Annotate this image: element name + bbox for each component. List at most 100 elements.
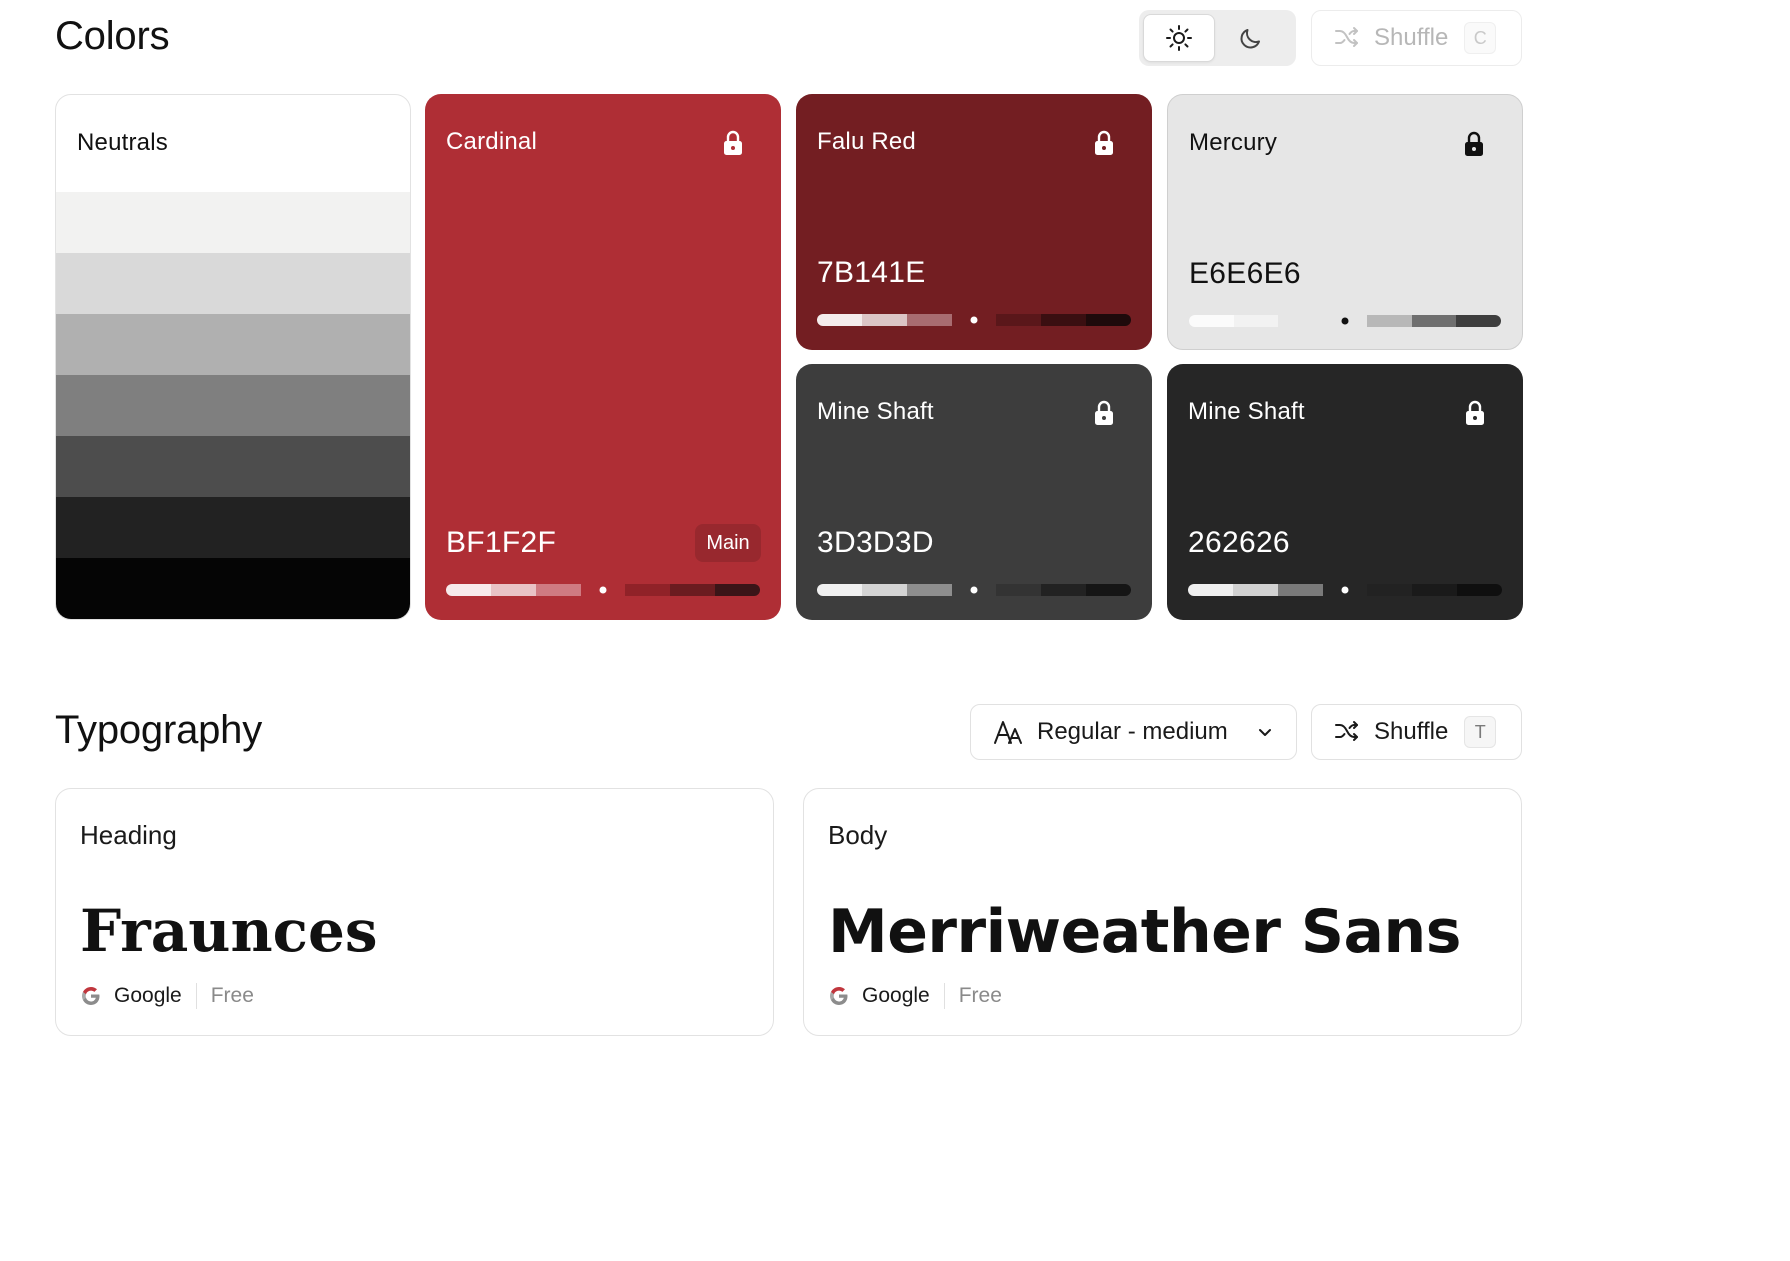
- hex-value[interactable]: 7B141E: [817, 256, 926, 290]
- lock-icon[interactable]: [1465, 400, 1485, 426]
- heading-provider-name: Google: [114, 984, 182, 1007]
- shade-scale[interactable]: [817, 584, 1131, 596]
- shade-swatch[interactable]: [1232, 584, 1278, 596]
- shade-swatch[interactable]: [1411, 315, 1457, 327]
- colors-shuffle-button[interactable]: Shuffle C: [1311, 10, 1522, 66]
- font-weight-select[interactable]: Regular - medium: [970, 704, 1297, 760]
- shade-swatch[interactable]: [1233, 315, 1279, 327]
- shade-swatch[interactable]: [861, 584, 907, 596]
- shade-swatch[interactable]: [1278, 315, 1323, 327]
- lock-icon[interactable]: [1094, 400, 1114, 426]
- colors-shuffle-shortcut: C: [1464, 22, 1497, 54]
- shade-swatch[interactable]: [1367, 315, 1412, 327]
- google-icon: [82, 987, 100, 1005]
- typography-shuffle-shortcut: T: [1464, 716, 1497, 748]
- shade-swatch[interactable]: [670, 584, 716, 596]
- shade-swatch[interactable]: [1086, 584, 1131, 596]
- typography-shuffle-button[interactable]: Shuffle T: [1311, 704, 1522, 760]
- sun-icon: [1166, 25, 1192, 51]
- color-name: Mine Shaft: [817, 398, 934, 425]
- shade-swatch[interactable]: [1189, 315, 1234, 327]
- neutral-shades: [56, 192, 410, 619]
- shade-swatch[interactable]: [446, 584, 491, 596]
- chevron-down-icon: [1259, 729, 1271, 736]
- colors-shuffle-label: Shuffle: [1374, 24, 1449, 51]
- body-label: Body: [828, 820, 888, 850]
- heading-font-name: Fraunces: [80, 897, 378, 965]
- google-icon: [830, 987, 848, 1005]
- shade-swatch[interactable]: [951, 314, 997, 326]
- typography-title: Typography: [55, 708, 263, 752]
- color-name: Cardinal: [446, 128, 537, 155]
- shuffle-icon: [1335, 721, 1358, 741]
- selected-shade-dot: [1341, 586, 1349, 594]
- divider: [943, 983, 945, 1009]
- light-mode-button[interactable]: [1143, 14, 1215, 62]
- color-card-mine-shaft[interactable]: Mine Shaft 3D3D3D: [796, 364, 1152, 620]
- shade-swatch[interactable]: [1456, 315, 1501, 327]
- shade-swatch[interactable]: [1322, 315, 1368, 327]
- typography-shuffle-label: Shuffle: [1374, 718, 1449, 745]
- color-name: Mercury: [1189, 129, 1278, 156]
- hex-value[interactable]: BF1F2F: [446, 526, 556, 560]
- neutral-shade-swatch[interactable]: [56, 192, 410, 253]
- shade-swatch[interactable]: [625, 584, 671, 596]
- shade-swatch[interactable]: [1041, 314, 1087, 326]
- neutral-shade-swatch[interactable]: [56, 497, 410, 558]
- dark-mode-button[interactable]: [1215, 14, 1287, 62]
- moon-icon: [1240, 29, 1260, 49]
- selected-shade-dot: [970, 586, 978, 594]
- shade-swatch[interactable]: [1041, 584, 1087, 596]
- hex-value[interactable]: 3D3D3D: [817, 526, 934, 560]
- lock-icon[interactable]: [1094, 130, 1114, 156]
- shade-swatch[interactable]: [1412, 584, 1458, 596]
- shade-scale[interactable]: [817, 314, 1131, 326]
- heading-font-card[interactable]: Heading Fraunces Google Free: [55, 788, 774, 1036]
- lock-icon[interactable]: [1464, 131, 1484, 157]
- color-name: Mine Shaft: [1188, 398, 1305, 425]
- body-provider-name: Google: [862, 984, 930, 1007]
- shade-swatch[interactable]: [1277, 584, 1323, 596]
- selected-shade-dot: [970, 316, 978, 324]
- shade-swatch[interactable]: [490, 584, 536, 596]
- shade-swatch[interactable]: [1086, 314, 1131, 326]
- shade-swatch[interactable]: [1457, 584, 1502, 596]
- color-card-mine-shaft[interactable]: Mine Shaft 262626: [1167, 364, 1523, 620]
- shade-swatch[interactable]: [861, 314, 907, 326]
- shade-scale[interactable]: [446, 584, 760, 596]
- shade-swatch[interactable]: [906, 584, 952, 596]
- shade-swatch[interactable]: [951, 584, 997, 596]
- neutrals-card[interactable]: Neutrals: [55, 94, 411, 620]
- neutral-shade-swatch[interactable]: [56, 558, 410, 619]
- shade-swatch[interactable]: [1188, 584, 1233, 596]
- color-card-falu-red[interactable]: Falu Red 7B141E: [796, 94, 1152, 350]
- color-card-mercury[interactable]: Mercury E6E6E6: [1167, 94, 1523, 350]
- shade-swatch[interactable]: [817, 584, 862, 596]
- body-font-card[interactable]: Body Merriweather Sans Google Free: [803, 788, 1522, 1036]
- color-card-cardinal[interactable]: Cardinal BF1F2F Main: [425, 94, 781, 620]
- shade-swatch[interactable]: [996, 314, 1042, 326]
- shade-swatch[interactable]: [1367, 584, 1413, 596]
- shuffle-icon: [1335, 27, 1358, 47]
- neutral-shade-swatch[interactable]: [56, 314, 410, 375]
- selected-shade-dot: [599, 586, 607, 594]
- heading-price: Free: [210, 984, 254, 1007]
- hex-value[interactable]: 262626: [1188, 526, 1290, 560]
- shade-swatch[interactable]: [906, 314, 952, 326]
- lock-icon[interactable]: [723, 130, 743, 156]
- shade-swatch[interactable]: [817, 314, 862, 326]
- colors-title: Colors: [55, 14, 170, 58]
- shade-swatch[interactable]: [1322, 584, 1368, 596]
- hex-value[interactable]: E6E6E6: [1189, 257, 1301, 291]
- shade-scale[interactable]: [1189, 315, 1501, 327]
- shade-swatch[interactable]: [996, 584, 1042, 596]
- shade-swatch[interactable]: [715, 584, 760, 596]
- shade-swatch[interactable]: [580, 584, 626, 596]
- neutral-shade-swatch[interactable]: [56, 375, 410, 436]
- neutral-shade-swatch[interactable]: [56, 436, 410, 497]
- neutral-shade-swatch[interactable]: [56, 253, 410, 314]
- divider: [195, 983, 197, 1009]
- shade-scale[interactable]: [1188, 584, 1502, 596]
- heading-label: Heading: [80, 820, 177, 850]
- shade-swatch[interactable]: [535, 584, 581, 596]
